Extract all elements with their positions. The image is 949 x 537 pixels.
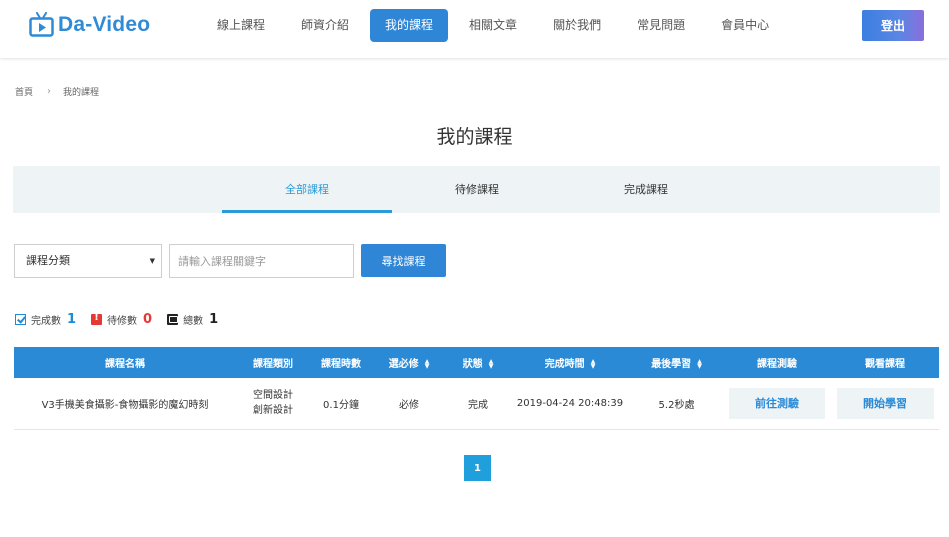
warning-icon [91, 312, 103, 325]
course-last-learned: 5.2秒處 [630, 378, 723, 430]
stat-pending-value: 0 [143, 312, 153, 327]
pagination-page-1[interactable]: 1 [464, 455, 491, 481]
course-category-2: 創新設計 [253, 405, 293, 417]
stat-total: 總數 1 [167, 312, 218, 327]
header-hours: 課程時數 [310, 347, 372, 378]
stat-total-value: 1 [209, 312, 219, 327]
stat-completed-label: 完成數 [31, 316, 61, 327]
nav-item-about[interactable]: 關於我們 [538, 9, 616, 42]
brand-name: Da-Video [58, 13, 151, 36]
course-stats: 完成數 1 待修數 0 總數 1 [15, 312, 233, 327]
header-quiz: 課程測驗 [723, 347, 831, 378]
stat-pending: 待修數 0 [91, 312, 152, 327]
course-completed-time: 2019-04-24 20:48:39 [510, 378, 630, 430]
tv-play-icon [29, 12, 54, 37]
chevron-right-icon: › [47, 86, 52, 97]
course-status: 完成 [446, 378, 510, 430]
logout-button[interactable]: 登出 [862, 10, 924, 41]
tab-pending-courses[interactable]: 待修課程 [392, 166, 562, 213]
breadcrumb-home[interactable]: 首頁 [15, 85, 33, 98]
course-table: 課程名稱 課程類別 課程時數 選必修 ▲ ▼ 狀態 ▲ ▼ 完成時間 ▲ ▼ 最後學習 ▲ ▼ … [14, 347, 939, 430]
category-select[interactable]: 課程分類 ▼ [14, 244, 162, 278]
book-icon [167, 314, 179, 325]
category-select-value: 課程分類 [26, 254, 70, 267]
course-category-1: 空間設計 [253, 390, 293, 402]
start-learning-button[interactable]: 開始學習 [836, 387, 934, 419]
sort-icon: ▲ ▼ [590, 358, 596, 370]
checkbox-checked-icon [15, 314, 26, 325]
nav-item-online-courses[interactable]: 線上課程 [202, 9, 280, 42]
quiz-cell: 前往測驗 [723, 378, 831, 430]
sort-icon: ▲ ▼ [697, 358, 702, 370]
nav-item-member-center[interactable]: 會員中心 [706, 9, 784, 42]
course-tabs: 全部課程 待修課程 完成課程 [13, 166, 940, 213]
nav-item-teachers[interactable]: 師資介紹 [286, 9, 364, 42]
sort-icon: ▲ ▼ [424, 358, 430, 370]
table-header-row: 課程名稱 課程類別 課程時數 選必修 ▲ ▼ 狀態 ▲ ▼ 完成時間 ▲ ▼ 最後學習 ▲ ▼ … [14, 347, 939, 378]
header-completed-time[interactable]: 完成時間 ▲ ▼ [510, 347, 630, 378]
go-to-quiz-button[interactable]: 前往測驗 [729, 387, 825, 419]
tab-completed-courses[interactable]: 完成課程 [561, 166, 731, 213]
caret-down-icon: ▼ [149, 257, 155, 265]
page-title: 我的課程 [436, 126, 513, 148]
header-watch: 觀看課程 [831, 347, 939, 378]
nav-item-articles[interactable]: 相關文章 [454, 9, 532, 42]
top-header: Da-Video 線上課程 師資介紹 我的課程 相關文章 關於我們 常見問題 會… [0, 0, 949, 58]
stat-pending-label: 待修數 [107, 316, 138, 327]
header-category: 課程類別 [236, 347, 310, 378]
breadcrumb-current: 我的課程 [63, 88, 100, 98]
stat-completed-value: 1 [67, 312, 77, 327]
table-row: V3手機美食攝影-食物攝影的魔幻時刻 空間設計 創新設計 0.1分鐘 必修 完成… [14, 378, 939, 430]
nav-item-my-courses[interactable]: 我的課程 [370, 9, 449, 42]
course-name-link[interactable]: V3手機美食攝影-食物攝影的魔幻時刻 [14, 378, 236, 430]
search-input[interactable] [169, 244, 354, 278]
stat-total-label: 總數 [183, 316, 204, 327]
main-nav: 線上課程 師資介紹 我的課程 相關文章 關於我們 常見問題 會員中心 [202, 9, 790, 42]
search-button[interactable]: 尋找課程 [361, 244, 446, 277]
tab-all-courses[interactable]: 全部課程 [222, 166, 392, 213]
breadcrumb: 首頁 › 我的課程 [15, 85, 99, 98]
header-status[interactable]: 狀態 ▲ ▼ [446, 347, 510, 378]
brand-logo[interactable]: Da-Video [29, 12, 150, 38]
header-required[interactable]: 選必修 ▲ ▼ [372, 347, 446, 378]
course-required: 必修 [372, 378, 446, 430]
header-last-learned[interactable]: 最後學習 ▲ ▼ [630, 347, 723, 378]
stat-completed: 完成數 1 [15, 312, 76, 327]
nav-item-faq[interactable]: 常見問題 [622, 9, 700, 42]
header-course-name: 課程名稱 [14, 347, 236, 378]
watch-cell: 開始學習 [831, 378, 939, 430]
course-hours: 0.1分鐘 [310, 378, 372, 430]
sort-icon: ▲ ▼ [488, 358, 494, 370]
course-category: 空間設計 創新設計 [236, 378, 310, 430]
